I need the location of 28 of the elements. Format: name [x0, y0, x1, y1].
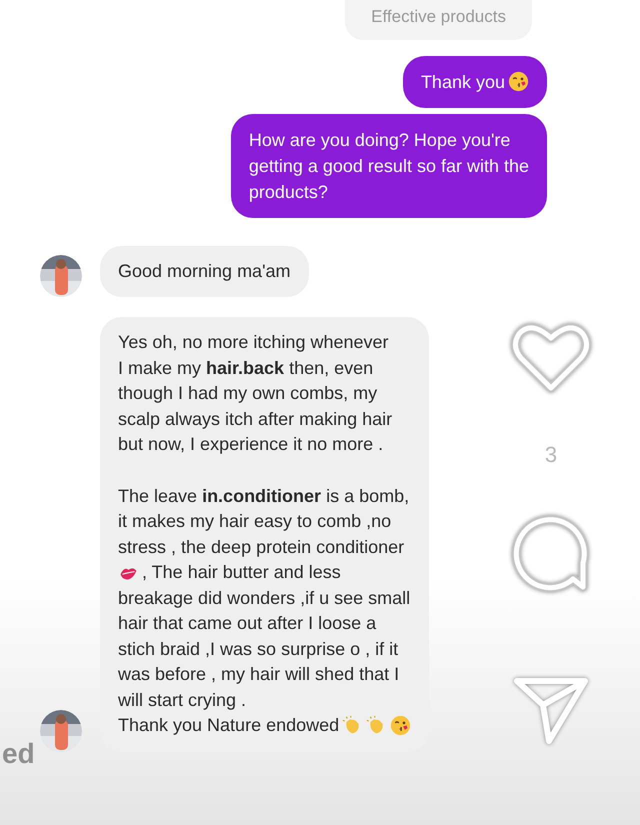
kissing-face-icon	[390, 715, 412, 736]
message-text: getting a good result so far with the	[248, 154, 529, 178]
message-text: Thank you Nature endowed	[118, 714, 340, 737]
message-text: The leave in.conditioner is a bomb,	[118, 484, 410, 508]
message-text: Thank you	[420, 70, 505, 94]
like-count: 3	[544, 441, 558, 469]
message-text: stich braid ,I was so surprise o , if it	[118, 638, 398, 661]
message-text: though I had my own combs, my	[118, 382, 378, 405]
message-text: but now, I experience it no more .	[118, 433, 384, 456]
message-text: I make my hair.back then, even	[118, 356, 374, 380]
message-text: stress , the deep protein conditioner	[118, 536, 404, 559]
caption-text: ed	[2, 740, 35, 768]
comment-icon[interactable]	[511, 513, 591, 593]
quoted-message: Effective products	[345, 0, 532, 40]
heart-icon[interactable]	[511, 322, 591, 394]
message-text: How are you doing? Hope you're	[248, 128, 510, 152]
message-text: Yes oh, no more itching whenever	[118, 331, 389, 354]
send-icon[interactable]	[513, 675, 589, 745]
message-text: scalp always itch after making hair	[118, 408, 392, 431]
message-text: breakage did wonders ,if u see small	[118, 586, 410, 610]
message-text: , The hair butter and less	[142, 561, 341, 584]
message-text: was before , my hair will shed that I	[118, 663, 400, 686]
message-text: hair that came out after I loose a	[118, 612, 376, 635]
message-text: products?	[248, 180, 328, 204]
message-text: Good morning ma'am	[118, 260, 291, 283]
message-text: will start crying .	[118, 688, 246, 712]
kissing-face-icon	[508, 71, 529, 92]
message-text: it makes my hair easy to comb ,no	[118, 510, 392, 533]
